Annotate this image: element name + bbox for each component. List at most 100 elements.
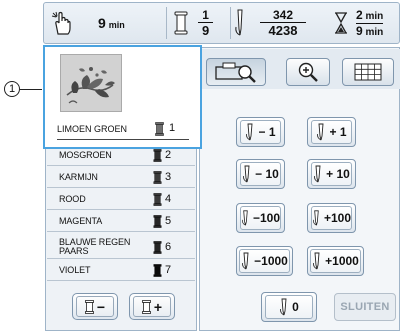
- spool-icon: [85, 299, 94, 314]
- remaining-fraction: 2 min 9 min: [356, 7, 384, 38]
- step-label: − 1: [258, 125, 276, 139]
- remaining-time-cell: 2 min 9 min: [334, 3, 384, 43]
- callout-line: [20, 89, 42, 90]
- needle-icon: [235, 9, 243, 36]
- callout-marker: 1: [4, 81, 20, 97]
- remaining-bottom-value: 9: [356, 23, 363, 38]
- grid-icon: [354, 63, 382, 81]
- close-button[interactable]: SLUITEN: [334, 293, 396, 321]
- plus-label: +: [153, 298, 163, 315]
- time-value: 9: [98, 15, 106, 31]
- zoom-button[interactable]: [286, 58, 330, 86]
- needle-icon: [313, 252, 320, 270]
- forward-1000-button[interactable]: +1000: [307, 246, 364, 276]
- color-index: 3: [165, 171, 172, 183]
- spool-icon: [153, 241, 162, 254]
- zero-label: 0: [292, 300, 299, 314]
- color-name: ROOD: [59, 194, 86, 204]
- row-divider: [47, 187, 195, 188]
- status-bar: 9 min 1 9 342 4238 2 min 9 min: [43, 2, 400, 44]
- zoom-in-icon: [298, 62, 318, 82]
- remaining-bottom-unit: min: [365, 26, 384, 38]
- stitch-count-cell: 342 4238: [234, 3, 306, 43]
- color-list-item[interactable]: ROOD 4: [45, 189, 195, 209]
- spool-icon: [153, 215, 162, 228]
- remaining-top-value: 2: [356, 7, 363, 22]
- step-label: −100: [252, 211, 280, 225]
- color-list-item[interactable]: BLAUWE REGEN PAARS 6: [45, 236, 195, 258]
- separator: [166, 7, 167, 39]
- current-color-preview[interactable]: LIMOEN GROEN 1: [43, 45, 202, 149]
- back-10-button[interactable]: − 10: [236, 159, 285, 189]
- step-label: + 10: [326, 167, 350, 181]
- time-unit: min: [108, 19, 125, 30]
- reset-to-start-button[interactable]: 0: [261, 292, 317, 322]
- selection-underline: [57, 139, 189, 140]
- back-100-button[interactable]: −100: [236, 203, 285, 233]
- step-label: −1000: [254, 254, 288, 268]
- move-color-down-button[interactable]: +: [129, 293, 175, 320]
- stitch-current: 342: [272, 8, 294, 22]
- step-label: − 10: [255, 167, 279, 181]
- stitch-total: 4238: [260, 22, 306, 37]
- forward-10-button[interactable]: + 10: [307, 159, 356, 189]
- row-divider: [47, 280, 195, 281]
- row-divider: [47, 165, 195, 166]
- frame-magnify-icon: [215, 62, 256, 83]
- forward-1-button[interactable]: + 1: [307, 117, 356, 147]
- spool-icon: [153, 171, 162, 184]
- color-index: 6: [165, 241, 172, 253]
- needle-icon: [317, 123, 324, 141]
- preview-scan-button[interactable]: [206, 58, 266, 86]
- current-color-name: LIMOEN GROEN: [57, 124, 128, 134]
- current-color-index: 1: [169, 122, 176, 134]
- spool-icon: [153, 264, 162, 277]
- row-divider: [47, 231, 195, 232]
- spool-icon: [174, 11, 188, 35]
- needle-icon: [243, 165, 250, 183]
- color-current: 1: [202, 8, 209, 22]
- color-name: KARMIJN: [59, 172, 98, 182]
- spool-icon: [142, 299, 151, 314]
- embroidery-design-icon: [66, 67, 115, 104]
- needle-icon: [242, 252, 249, 270]
- back-1-button[interactable]: − 1: [236, 117, 285, 147]
- row-divider: [47, 209, 195, 210]
- color-index: 4: [165, 193, 172, 205]
- spool-icon: [153, 193, 162, 206]
- minus-label: −: [96, 298, 106, 315]
- row-divider: [47, 258, 195, 259]
- color-list-item[interactable]: VIOLET 7: [45, 260, 195, 280]
- hourglass-icon: [335, 12, 347, 34]
- color-name: MOSGROEN: [59, 150, 112, 160]
- needle-icon: [314, 165, 321, 183]
- move-color-up-button[interactable]: −: [72, 293, 118, 320]
- grid-button[interactable]: [342, 58, 394, 86]
- needle-icon: [280, 298, 287, 316]
- color-list-item[interactable]: KARMIJN 3: [45, 167, 195, 187]
- color-total: 9: [198, 22, 214, 37]
- time-cell: 9 min: [50, 3, 125, 43]
- color-name: VIOLET: [59, 265, 91, 275]
- color-index: 7: [165, 264, 172, 276]
- stitch-fraction: 342 4238: [260, 9, 306, 37]
- back-1000-button[interactable]: −1000: [236, 246, 293, 276]
- hand-icon: [51, 11, 71, 35]
- needle-icon: [241, 210, 248, 226]
- separator: [230, 7, 231, 39]
- color-count-cell: 1 9: [174, 3, 214, 43]
- color-index: 2: [165, 149, 172, 161]
- color-list-item[interactable]: MAGENTA 5: [45, 211, 195, 231]
- spool-icon: [153, 149, 162, 162]
- step-label: +100: [323, 211, 351, 225]
- step-label: +1000: [325, 254, 359, 268]
- forward-100-button[interactable]: +100: [307, 203, 356, 233]
- step-label: + 1: [329, 125, 347, 139]
- color-name: BLAUWE REGEN PAARS: [59, 237, 131, 256]
- spool-icon: [155, 122, 164, 136]
- embroidery-preview-image: [60, 54, 122, 112]
- needle-icon: [312, 210, 319, 226]
- needle-icon: [246, 123, 253, 141]
- stitch-navigation-panel: [199, 47, 400, 331]
- color-fraction: 1 9: [198, 8, 214, 37]
